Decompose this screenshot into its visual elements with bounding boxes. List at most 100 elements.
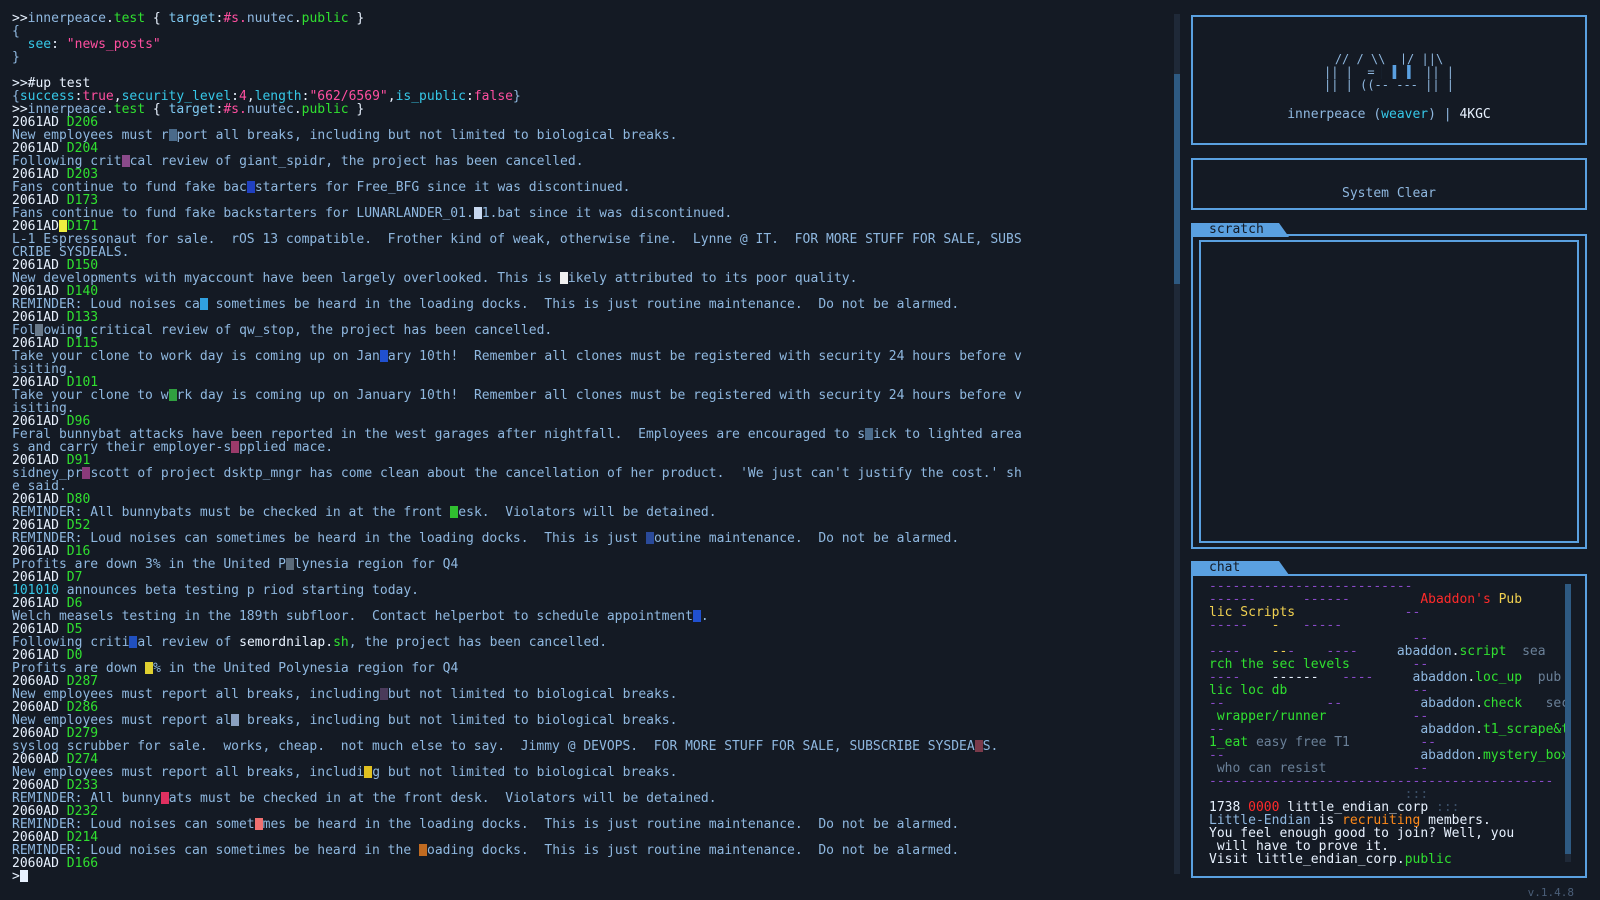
terminal-line: } xyxy=(12,51,1172,64)
terminal-line: New employees must report all breaks, in… xyxy=(12,688,1172,701)
chat-text: who can resist xyxy=(1209,762,1327,775)
logo-art-line2c: || | xyxy=(1417,65,1455,79)
chat-text: Abaddon's xyxy=(1420,593,1499,606)
logo-art-line2b: ██▌█▌█ xyxy=(1374,65,1418,79)
terminal-text: D203 xyxy=(66,168,99,181)
chat-text: . xyxy=(1475,697,1483,710)
terminal-text: D166 xyxy=(66,857,99,870)
chat-text: -- xyxy=(1326,710,1429,723)
chat-text: mystery_box xyxy=(1482,749,1565,762)
terminal-text: } xyxy=(12,51,20,64)
glitch-block xyxy=(974,740,983,752)
terminal-line: 2061AD D140 xyxy=(12,285,1172,298)
terminal-line: REMINDER: Loud noises can sometimes be h… xyxy=(12,844,1172,857)
chat-text: . xyxy=(1396,853,1405,866)
terminal-text: D171 xyxy=(66,220,99,233)
terminal-scrollbar[interactable] xyxy=(1174,14,1180,874)
terminal-text: rk day is coming up on January 10th! Rem… xyxy=(176,389,1022,402)
terminal-text: sh xyxy=(333,636,349,649)
terminal-text: owing critical review of qw_stop, the pr… xyxy=(43,324,553,337)
terminal-text: D206 xyxy=(66,116,99,129)
terminal-line: 2061AD D133 xyxy=(12,311,1172,324)
chat-text: will have to prove it. xyxy=(1209,840,1390,853)
terminal-text: esk. Violators will be detained. xyxy=(458,506,717,519)
terminal-line: 2060AD D214 xyxy=(12,831,1172,844)
terminal-scrollbar-thumb[interactable] xyxy=(1174,74,1180,284)
glitch-block xyxy=(121,155,130,167)
chat-line: -- -- abaddon.check sec xyxy=(1209,697,1565,710)
terminal-text: 2061AD xyxy=(12,376,67,389)
terminal-text: { xyxy=(145,12,169,25)
terminal-text: New employees must report all breaks, in… xyxy=(12,766,365,779)
terminal-line: Profits are down 3% in the United P lynes… xyxy=(12,558,1172,571)
chat-text: -------------------------- xyxy=(1209,580,1413,593)
terminal-text: } xyxy=(348,103,365,116)
terminal-text: port all breaks, including but not limit… xyxy=(176,129,678,142)
terminal-text: D52 xyxy=(66,519,91,532)
terminal-text: 2060AD xyxy=(12,675,67,688)
user-class: weaver xyxy=(1381,107,1429,122)
glitch-block xyxy=(168,129,177,141)
terminal-text: 2060AD xyxy=(12,805,67,818)
chat-line: ----------------------------------------… xyxy=(1209,775,1565,788)
terminal-text: e said. xyxy=(12,480,67,493)
chat-text: Pub xyxy=(1498,593,1523,606)
chat-text: . xyxy=(1467,671,1476,684)
terminal-line: REMINDER: All bunny ats must be checked i… xyxy=(12,792,1172,805)
terminal-output[interactable]: >>innerpeace.test { target:#s.nuutec.pub… xyxy=(12,12,1172,888)
terminal-text: target xyxy=(168,12,216,25)
terminal-text: : xyxy=(51,38,67,51)
glitch-block xyxy=(19,870,28,882)
terminal-line: 2061AD D91 xyxy=(12,454,1172,467)
terminal-text: New employees must r xyxy=(12,129,169,142)
terminal-text: 101010 xyxy=(12,584,59,597)
terminal-text: announces beta testing p riod starting t… xyxy=(58,584,419,597)
terminal-text: security_level xyxy=(121,90,232,103)
terminal-text: public xyxy=(301,103,349,116)
terminal-text: D204 xyxy=(66,142,99,155)
terminal-line: Fans continue to fund fake backstarters … xyxy=(12,207,1172,220)
terminal-line: New employees must report al breaks, inc… xyxy=(12,714,1172,727)
terminal-text: D0 xyxy=(66,649,83,662)
terminal-text: isiting. xyxy=(12,363,75,376)
scratch-area[interactable] xyxy=(1199,240,1579,543)
logo-art-line1: // / \\_ |/ ||\ xyxy=(1334,52,1444,66)
terminal-text: , xyxy=(113,90,122,103)
terminal-line: CRIBE SYSDEALS. xyxy=(12,246,1172,259)
terminal-text: breaks, including but not limited to bio… xyxy=(239,714,678,727)
terminal-line: 2061AD D171 xyxy=(12,220,1172,233)
terminal-text: D133 xyxy=(66,311,99,324)
glitch-block xyxy=(865,428,874,440)
glitch-block xyxy=(199,298,208,310)
terminal-text: D7 xyxy=(66,571,83,584)
terminal-text: ikely attributed to its poor quality. xyxy=(567,272,858,285)
chat-line: You feel enough good to join? Well, you xyxy=(1209,827,1565,840)
chat-text: abaddon xyxy=(1420,749,1476,762)
terminal-text: 2061AD xyxy=(12,519,67,532)
terminal-text: false xyxy=(473,90,513,103)
terminal-line: 2061AD D5 xyxy=(12,623,1172,636)
terminal-text: >> xyxy=(12,77,28,90)
terminal-line: New developments with myaccount have bee… xyxy=(12,272,1172,285)
terminal-text: "662/6569" xyxy=(309,90,388,103)
terminal-text: . xyxy=(105,103,114,116)
terminal-text: New employees must report all breaks, in… xyxy=(12,688,380,701)
chat-scrollbar-thumb[interactable] xyxy=(1565,584,1571,854)
terminal-text: 2060AD xyxy=(12,753,67,766)
chat-text: little_endian_corp xyxy=(1279,801,1436,814)
terminal-text: starters for Free_BFG since it was disco… xyxy=(254,181,631,194)
terminal-text: { xyxy=(12,25,20,38)
terminal-text: innerpeace xyxy=(27,12,106,25)
chat-scrollbar[interactable] xyxy=(1565,584,1571,862)
scratch-panel[interactable] xyxy=(1191,234,1587,549)
terminal-text: ick to lighted area xyxy=(873,428,1022,441)
chat-tab[interactable]: chat xyxy=(1191,561,1289,575)
chat-panel[interactable]: -------------------------- ------ ------ … xyxy=(1191,574,1587,878)
terminal-line: > xyxy=(12,870,1172,883)
terminal-text: 2060AD xyxy=(12,831,67,844)
glitch-block xyxy=(160,792,169,804)
terminal-text: 1.bat since it was discontinued. xyxy=(481,207,733,220)
terminal-line: 2061AD D16 xyxy=(12,545,1172,558)
terminal-line: s and carry their employer-s pplied mace. xyxy=(12,441,1172,454)
glitch-block xyxy=(254,818,263,830)
